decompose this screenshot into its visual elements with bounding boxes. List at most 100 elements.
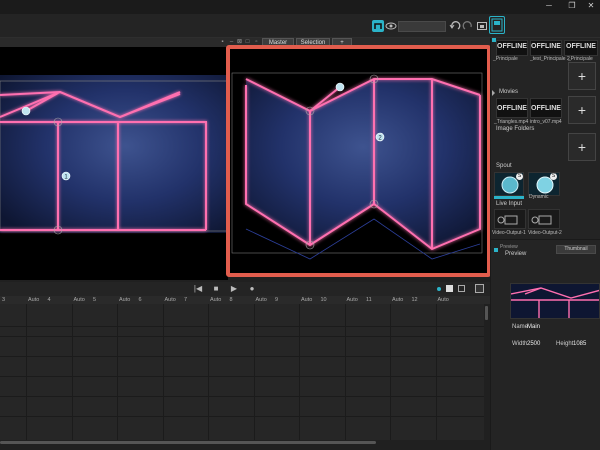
minimize-button[interactable]: ─ [540,0,558,12]
spout-section-label: Spout [496,163,512,169]
tab-menu-icon[interactable]: ▪ [219,39,226,46]
live-input-caption: Video-Output-1 [492,230,526,236]
movie-caption: _Triangles.mp4 [494,119,529,125]
input-surface-view[interactable]: 1 [0,47,228,280]
add-movie-button[interactable]: + [568,96,596,124]
timeline-column-divider [253,304,255,440]
name-label: Name [512,324,529,330]
timeline-row-divider [0,416,488,417]
live-input-thumb[interactable] [494,209,526,229]
previous-button[interactable]: |◀ [193,284,203,294]
timeline-column-auto[interactable]: Auto [256,296,267,304]
close-button[interactable]: ✕ [582,0,600,12]
timeline-column-auto[interactable]: Auto [392,296,403,304]
live-input-section-label: Live Input [496,201,523,207]
movies-section-label: Movies [499,89,519,95]
output-dropdown[interactable] [398,21,446,32]
play-button[interactable]: ▶ [229,284,239,294]
timeline-column-divider [435,304,437,440]
app-mode-icon[interactable] [372,20,384,32]
timeline-column-auto[interactable]: Auto [165,296,176,304]
media-status: OFFLINE [566,43,596,50]
timeline-column-auto[interactable]: Auto [210,296,221,304]
stop-button[interactable]: ■ [211,284,221,294]
timeline-vertical-scroll-thumb[interactable] [485,306,488,320]
timeline-column-number[interactable]: 4 [48,296,51,304]
timeline-column-number[interactable]: 11 [366,296,372,304]
movie-caption: intro_v07.mp4 [530,119,562,125]
timeline-column-auto[interactable]: Auto [347,296,358,304]
surface-point-handle[interactable] [21,106,31,116]
save-project-icon[interactable] [489,16,505,34]
preview-checkbox[interactable] [494,248,498,252]
timeline-view-icon-2[interactable] [458,285,465,292]
restore-button[interactable]: ❐ [563,0,581,12]
redo-icon[interactable] [462,20,474,32]
timeline-column-number[interactable]: 9 [275,296,278,304]
output-point-handle[interactable] [335,82,345,92]
timeline-column-divider [26,304,27,440]
transport-bar [0,282,490,296]
spout-badge: S [550,173,557,180]
timeline-column-auto[interactable]: Auto [119,296,130,304]
preview-mode-select[interactable]: Thumbnail [556,245,596,254]
timeline-column-number[interactable]: 7 [184,296,187,304]
timeline-grid[interactable] [0,304,488,440]
media-thumb[interactable]: OFFLINE [530,40,562,56]
timeline-column-auto[interactable]: Auto [438,296,449,304]
add-image-folder-button[interactable]: + [568,133,596,161]
media-thumb[interactable]: OFFLINE [564,40,598,56]
spout-selected-bar [494,196,524,199]
timeline-row-divider [0,336,488,337]
timeline-column-divider [299,304,300,440]
timeline-column-divider [162,304,164,440]
eye-icon[interactable] [385,20,397,32]
timeline-row-divider [0,396,488,397]
timeline-column-divider [208,304,209,440]
preview-label: Preview [505,251,527,257]
timeline-horizontal-scroll-thumb[interactable] [0,441,376,444]
spout-caption: Dynamic [529,194,549,200]
timeline-mode-dot[interactable] [437,287,441,291]
media-status: OFFLINE [497,43,527,50]
height-label: Height [556,341,574,347]
width-value[interactable]: 2500 [527,341,540,347]
timeline-row-divider [0,356,488,357]
name-value[interactable]: Main [527,324,540,330]
width-label: Width [512,341,528,347]
timeline-column-number[interactable]: 10 [321,296,327,304]
movie-status: OFFLINE [531,105,561,112]
add-media-button[interactable]: + [568,62,596,90]
media-thumb[interactable]: OFFLINE [496,40,528,56]
movie-thumb[interactable]: OFFLINE [530,98,562,118]
timeline-view-icon[interactable] [446,285,453,292]
timeline-column-number[interactable]: 6 [139,296,142,304]
timeline-column-auto[interactable]: Auto [28,296,39,304]
live-input-thumb[interactable] [528,209,560,229]
panel-divider [490,239,600,240]
timeline-column-auto[interactable]: Auto [74,296,85,304]
output-window-icon[interactable] [476,20,488,32]
preview-thumbnail [510,283,600,319]
media-status: OFFLINE [531,43,561,50]
timeline-column-auto[interactable]: Auto [301,296,312,304]
movie-thumb[interactable]: OFFLINE [496,98,528,118]
timeline-column-divider [117,304,118,440]
output-surface-canvas[interactable]: 2 [230,49,487,273]
preview-header: Preview [500,244,518,250]
timeline-settings-icon[interactable] [475,284,484,293]
timeline-column-number[interactable]: 3 [2,296,5,304]
record-button[interactable]: ● [247,284,257,294]
output-surface-view[interactable]: 2 [226,45,491,277]
image-folders-section-label: Image Folders [496,126,535,132]
timeline-row-divider [0,376,488,377]
undo-icon[interactable] [449,20,461,32]
timeline-column-number[interactable]: 5 [93,296,96,304]
timeline-column-number[interactable]: 8 [230,296,233,304]
collapse-arrow-icon[interactable] [492,90,497,96]
movie-status: OFFLINE [497,105,527,112]
timeline-vertical-scrollbar[interactable] [484,304,489,440]
input-surface-canvas[interactable]: 1 [0,47,228,280]
timeline-column-number[interactable]: 12 [412,296,418,304]
height-value[interactable]: 1085 [573,341,586,347]
